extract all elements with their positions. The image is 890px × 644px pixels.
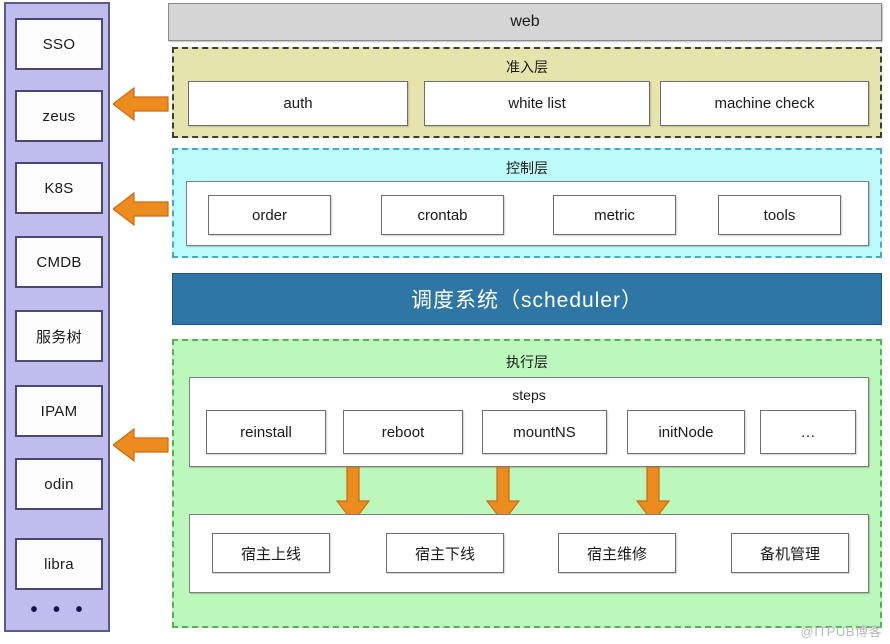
arrow-exec-to-sidebar [113,428,169,462]
node-label: tools [763,206,796,224]
operation-host-online[interactable]: 宿主上线 [212,533,330,573]
node-label: white list [508,95,566,112]
node-label: initNode [658,423,714,441]
node-order[interactable]: order [208,195,331,235]
node-white-list[interactable]: white list [424,81,650,126]
node-label: 宿主维修 [586,545,647,563]
diagram-canvas: SSO zeus K8S CMDB 服务树 IPAM odin libra • … [0,0,890,644]
operation-host-offline[interactable]: 宿主下线 [386,533,504,573]
watermark: @ITPUB博客 [800,624,882,639]
node-label: auth [283,95,313,112]
node-label: 备机管理 [759,545,820,563]
sidebar-item-service-tree[interactable]: 服务树 [15,310,103,362]
admission-layer: 准入层 auth white list machine check [172,47,882,138]
node-label: reboot [381,423,425,441]
sidebar-item-k8s[interactable]: K8S [15,162,103,214]
step-reinstall[interactable]: reinstall [206,410,326,454]
node-label: machine check [714,95,815,112]
sidebar-item-zeus[interactable]: zeus [15,90,103,142]
sidebar-item-label: 服务树 [36,328,82,346]
step-mountns[interactable]: mountNS [482,410,607,454]
operations-container: 宿主上线 宿主下线 宿主维修 备机管理 [189,514,869,593]
dependency-systems-sidebar: SSO zeus K8S CMDB 服务树 IPAM odin libra • … [4,2,110,632]
operation-spare-management[interactable]: 备机管理 [731,533,849,573]
node-label: crontab [417,206,468,224]
web-layer-bar: web [168,3,882,41]
scheduler-label: 调度系统（scheduler） [410,289,644,312]
web-layer-label: web [510,13,540,30]
steps-container: steps reinstall reboot mountNS initNode … [189,377,869,467]
sidebar-more-indicator: • • • [30,599,88,621]
arrow-admit-to-sidebar [113,87,169,121]
node-tools[interactable]: tools [718,195,841,235]
execution-layer: 执行层 steps reinstall reboot mountNS initN… [172,339,882,628]
operation-host-maintenance[interactable]: 宿主维修 [558,533,676,573]
node-label: order [251,206,288,224]
node-label: metric [594,206,635,224]
node-label: … [800,423,816,441]
sidebar-item-ipam[interactable]: IPAM [15,385,103,437]
node-label: 宿主上线 [240,545,301,563]
sidebar-item-sso[interactable]: SSO [15,18,103,70]
sidebar-item-label: K8S [44,179,74,197]
arrow-control-to-sidebar [113,192,169,226]
execution-layer-title: 执行层 [506,354,548,370]
node-auth[interactable]: auth [188,81,408,126]
step-initnode[interactable]: initNode [627,410,745,454]
step-reboot[interactable]: reboot [343,410,463,454]
control-layer: 控制层 order crontab metric tools [172,148,882,258]
sidebar-item-label: libra [44,555,74,573]
scheduler-bar: 调度系统（scheduler） [172,273,882,325]
steps-container-label: steps [512,387,546,403]
sidebar-item-label: CMDB [36,253,82,271]
admission-layer-title: 准入层 [506,59,548,75]
sidebar-item-label: SSO [42,35,76,53]
control-layer-title: 控制层 [506,160,548,176]
step-more[interactable]: … [760,410,856,454]
sidebar-item-label: zeus [42,107,76,125]
node-label: mountNS [513,423,576,441]
node-crontab[interactable]: crontab [381,195,504,235]
node-metric[interactable]: metric [553,195,676,235]
node-label: 宿主下线 [414,545,475,563]
sidebar-item-odin[interactable]: odin [15,458,103,510]
node-machine-check[interactable]: machine check [660,81,869,126]
sidebar-item-label: odin [44,475,74,493]
sidebar-item-cmdb[interactable]: CMDB [15,236,103,288]
sidebar-item-libra[interactable]: libra [15,538,103,590]
node-label: reinstall [240,423,292,441]
sidebar-item-label: IPAM [40,402,78,420]
control-layer-inner-container: order crontab metric tools [186,181,869,246]
